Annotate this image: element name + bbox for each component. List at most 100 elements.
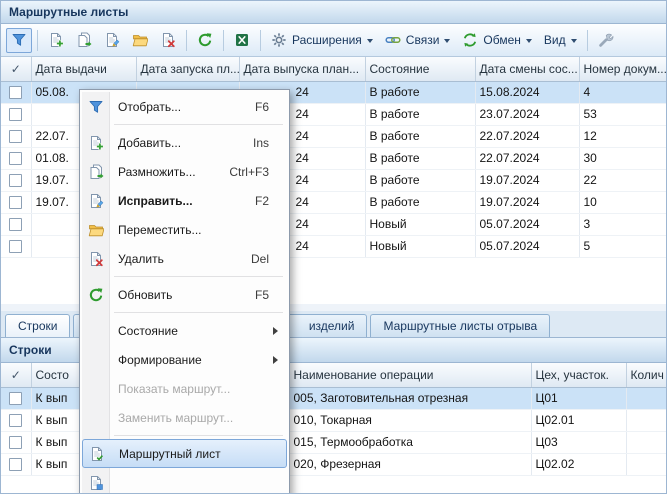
duplicate-button[interactable] (71, 28, 97, 53)
move-button[interactable] (127, 28, 153, 53)
menu-item-label: Показать маршрут... (118, 382, 281, 396)
row-checkbox[interactable] (9, 240, 22, 253)
cell-doc-number[interactable]: 22 (579, 169, 666, 191)
menu-item-edit[interactable]: Исправить... F2 (82, 186, 287, 215)
menu-item-add[interactable]: Добавить... Ins (82, 128, 287, 157)
delete-document-icon (160, 32, 176, 48)
cell-operation[interactable]: 005, Заготовительная отрезная (289, 387, 531, 409)
filter-icon (11, 32, 27, 48)
menu-item-filter[interactable]: Отобрать... F6 (82, 92, 287, 121)
tab-stroki[interactable]: Строки (5, 314, 70, 337)
cell-state[interactable]: Новый (365, 235, 475, 257)
exchange-menu-button[interactable]: Обмен (457, 28, 537, 53)
menu-item-delete[interactable]: Удалить Del (82, 244, 287, 273)
menu-item-shortcut: F2 (255, 194, 269, 208)
col-check[interactable]: ✓ (1, 57, 31, 81)
row-checkbox[interactable] (9, 174, 22, 187)
delete-button[interactable] (155, 28, 181, 53)
export-excel-button[interactable] (229, 28, 255, 53)
cell-state[interactable]: В работе (365, 147, 475, 169)
menu-item-state[interactable]: Состояние (82, 316, 287, 345)
cell-doc-number[interactable]: 12 (579, 125, 666, 147)
extensions-menu-button[interactable]: Расширения (266, 28, 378, 53)
wrench-icon (598, 32, 614, 48)
col-state-change-date[interactable]: Дата смены сос... (475, 57, 579, 81)
col-state[interactable]: Состояние (365, 57, 475, 81)
folder-move-icon (132, 32, 148, 48)
col-workshop[interactable]: Цех, участок. (531, 363, 626, 387)
cell-state-change-date[interactable]: 19.07.2024 (475, 169, 579, 191)
cell-operation[interactable]: 010, Токарная (289, 409, 531, 431)
row-checkbox[interactable] (9, 196, 22, 209)
row-checkbox[interactable] (9, 152, 22, 165)
row-checkbox[interactable] (9, 392, 22, 405)
col-plan-release-date[interactable]: Дата выпуска план... (239, 57, 365, 81)
cell-check (1, 81, 31, 103)
cell-state-change-date[interactable]: 22.07.2024 (475, 147, 579, 169)
cell-workshop[interactable]: Ц01 (531, 387, 626, 409)
view-menu-button[interactable]: Вид (539, 28, 582, 53)
row-checkbox[interactable] (9, 108, 22, 121)
cell-state[interactable]: В работе (365, 125, 475, 147)
cell-workshop[interactable]: Ц02.02 (531, 453, 626, 475)
cell-workshop[interactable]: Ц02.01 (531, 409, 626, 431)
col-operation[interactable]: Наименование операции (289, 363, 531, 387)
row-checkbox[interactable] (9, 218, 22, 231)
menu-item-show-route: Показать маршрут... (82, 374, 287, 403)
exchange-menu-label: Обмен (483, 33, 521, 47)
row-checkbox[interactable] (9, 130, 22, 143)
menu-item-duplicate[interactable]: Размножить... Ctrl+F3 (82, 157, 287, 186)
col-doc-number[interactable]: Номер докум... (579, 57, 666, 81)
cell-state-change-date[interactable]: 05.07.2024 (475, 235, 579, 257)
cell-workshop[interactable]: Ц03 (531, 431, 626, 453)
filter-button[interactable] (6, 28, 32, 53)
row-checkbox[interactable] (9, 414, 22, 427)
menu-item-refresh[interactable]: Обновить F5 (82, 280, 287, 309)
cell-quantity[interactable] (626, 453, 666, 475)
cell-state[interactable]: В работе (365, 81, 475, 103)
col-issue-date[interactable]: Дата выдачи (31, 57, 136, 81)
cell-doc-number[interactable]: 5 (579, 235, 666, 257)
cell-quantity[interactable] (626, 409, 666, 431)
caret-down-icon (571, 39, 577, 43)
cell-doc-number[interactable]: 3 (579, 213, 666, 235)
menu-item-shortcut: F6 (255, 100, 269, 114)
tab-route-sheets-otryva[interactable]: Маршрутные листы отрыва (370, 314, 550, 337)
menu-item-partial[interactable] (82, 468, 287, 494)
cell-operation[interactable]: 020, Фрезерная (289, 453, 531, 475)
refresh-button[interactable] (192, 28, 218, 53)
cell-state[interactable]: В работе (365, 191, 475, 213)
cell-state-change-date[interactable]: 15.08.2024 (475, 81, 579, 103)
cell-quantity[interactable] (626, 431, 666, 453)
settings-button[interactable] (593, 28, 619, 53)
row-checkbox[interactable] (9, 458, 22, 471)
add-button[interactable] (43, 28, 69, 53)
cell-state[interactable]: Новый (365, 213, 475, 235)
col-quantity[interactable]: Колич (626, 363, 666, 387)
cell-doc-number[interactable]: 10 (579, 191, 666, 213)
cell-doc-number[interactable]: 30 (579, 147, 666, 169)
view-menu-label: Вид (544, 33, 566, 47)
col-check[interactable]: ✓ (1, 363, 31, 387)
menu-item-formation[interactable]: Формирование (82, 345, 287, 374)
cell-quantity[interactable] (626, 387, 666, 409)
menu-item-move[interactable]: Переместить... (82, 215, 287, 244)
edit-button[interactable] (99, 28, 125, 53)
menu-item-route-sheet[interactable]: Маршрутный лист (82, 439, 287, 468)
cell-operation[interactable]: 015, Термообработка (289, 431, 531, 453)
row-checkbox[interactable] (9, 436, 22, 449)
toolbar-separator (186, 30, 187, 51)
row-checkbox[interactable] (9, 86, 22, 99)
cell-doc-number[interactable]: 4 (579, 81, 666, 103)
edit-document-icon (104, 32, 120, 48)
links-menu-button[interactable]: Связи (380, 28, 456, 53)
cell-state-change-date[interactable]: 19.07.2024 (475, 191, 579, 213)
cell-state[interactable]: В работе (365, 103, 475, 125)
cell-doc-number[interactable]: 53 (579, 103, 666, 125)
cell-state-change-date[interactable]: 22.07.2024 (475, 125, 579, 147)
cell-state[interactable]: В работе (365, 169, 475, 191)
col-launch-date[interactable]: Дата запуска пл... (136, 57, 239, 81)
cell-check (1, 147, 31, 169)
cell-state-change-date[interactable]: 23.07.2024 (475, 103, 579, 125)
cell-state-change-date[interactable]: 05.07.2024 (475, 213, 579, 235)
